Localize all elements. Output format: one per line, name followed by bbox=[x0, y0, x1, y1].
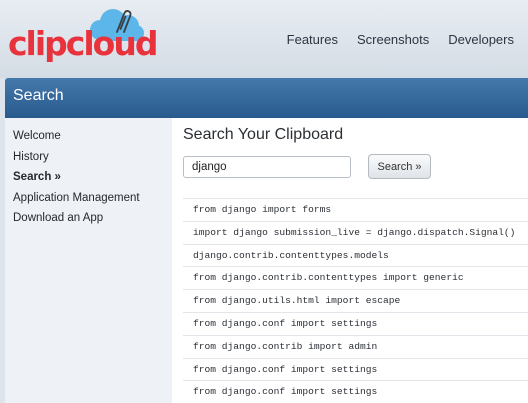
content-panel: Welcome History Search » Application Man… bbox=[5, 118, 528, 403]
sidebar-item-welcome[interactable]: Welcome bbox=[13, 129, 140, 150]
result-row[interactable]: from django.conf import settings bbox=[183, 311, 528, 335]
sidebar-item-history[interactable]: History bbox=[13, 150, 140, 171]
page-title-bar: Search bbox=[5, 78, 528, 118]
nav-developers[interactable]: Developers bbox=[448, 32, 514, 47]
logo-wordmark: clipcloud bbox=[8, 24, 158, 63]
result-row[interactable]: from django import forms bbox=[183, 198, 528, 221]
sidebar: Welcome History Search » Application Man… bbox=[5, 118, 172, 403]
sidebar-menu: Welcome History Search » Application Man… bbox=[13, 129, 140, 232]
search-input[interactable] bbox=[183, 156, 351, 178]
result-row[interactable]: from django.conf import settings bbox=[183, 357, 528, 381]
main-content: Search Your Clipboard Search » from djan… bbox=[172, 118, 528, 403]
result-row[interactable]: django.contrib.contenttypes.models bbox=[183, 243, 528, 267]
result-row[interactable]: import django submission_live = django.d… bbox=[183, 220, 528, 244]
sidebar-item-download-app[interactable]: Download an App bbox=[13, 211, 140, 232]
top-header: clipcloud Features Screenshots Developer… bbox=[0, 0, 528, 78]
result-row[interactable]: from django.conf import settings bbox=[183, 380, 528, 403]
sidebar-item-search[interactable]: Search » bbox=[13, 170, 140, 191]
page-title: Search bbox=[13, 87, 64, 104]
nav-screenshots[interactable]: Screenshots bbox=[357, 32, 429, 47]
search-results-list: from django import forms import django s… bbox=[183, 198, 528, 403]
top-nav: Features Screenshots Developers bbox=[287, 32, 514, 47]
section-heading: Search Your Clipboard bbox=[183, 126, 344, 143]
nav-features[interactable]: Features bbox=[287, 32, 338, 47]
result-row[interactable]: from django.utils.html import escape bbox=[183, 289, 528, 312]
search-button[interactable]: Search » bbox=[368, 154, 431, 179]
clipcloud-logo[interactable]: clipcloud bbox=[8, 8, 158, 70]
sidebar-item-application-management[interactable]: Application Management bbox=[13, 191, 140, 212]
result-row[interactable]: from django.contrib import admin bbox=[183, 334, 528, 358]
result-row[interactable]: from django.contrib.contenttypes import … bbox=[183, 266, 528, 289]
